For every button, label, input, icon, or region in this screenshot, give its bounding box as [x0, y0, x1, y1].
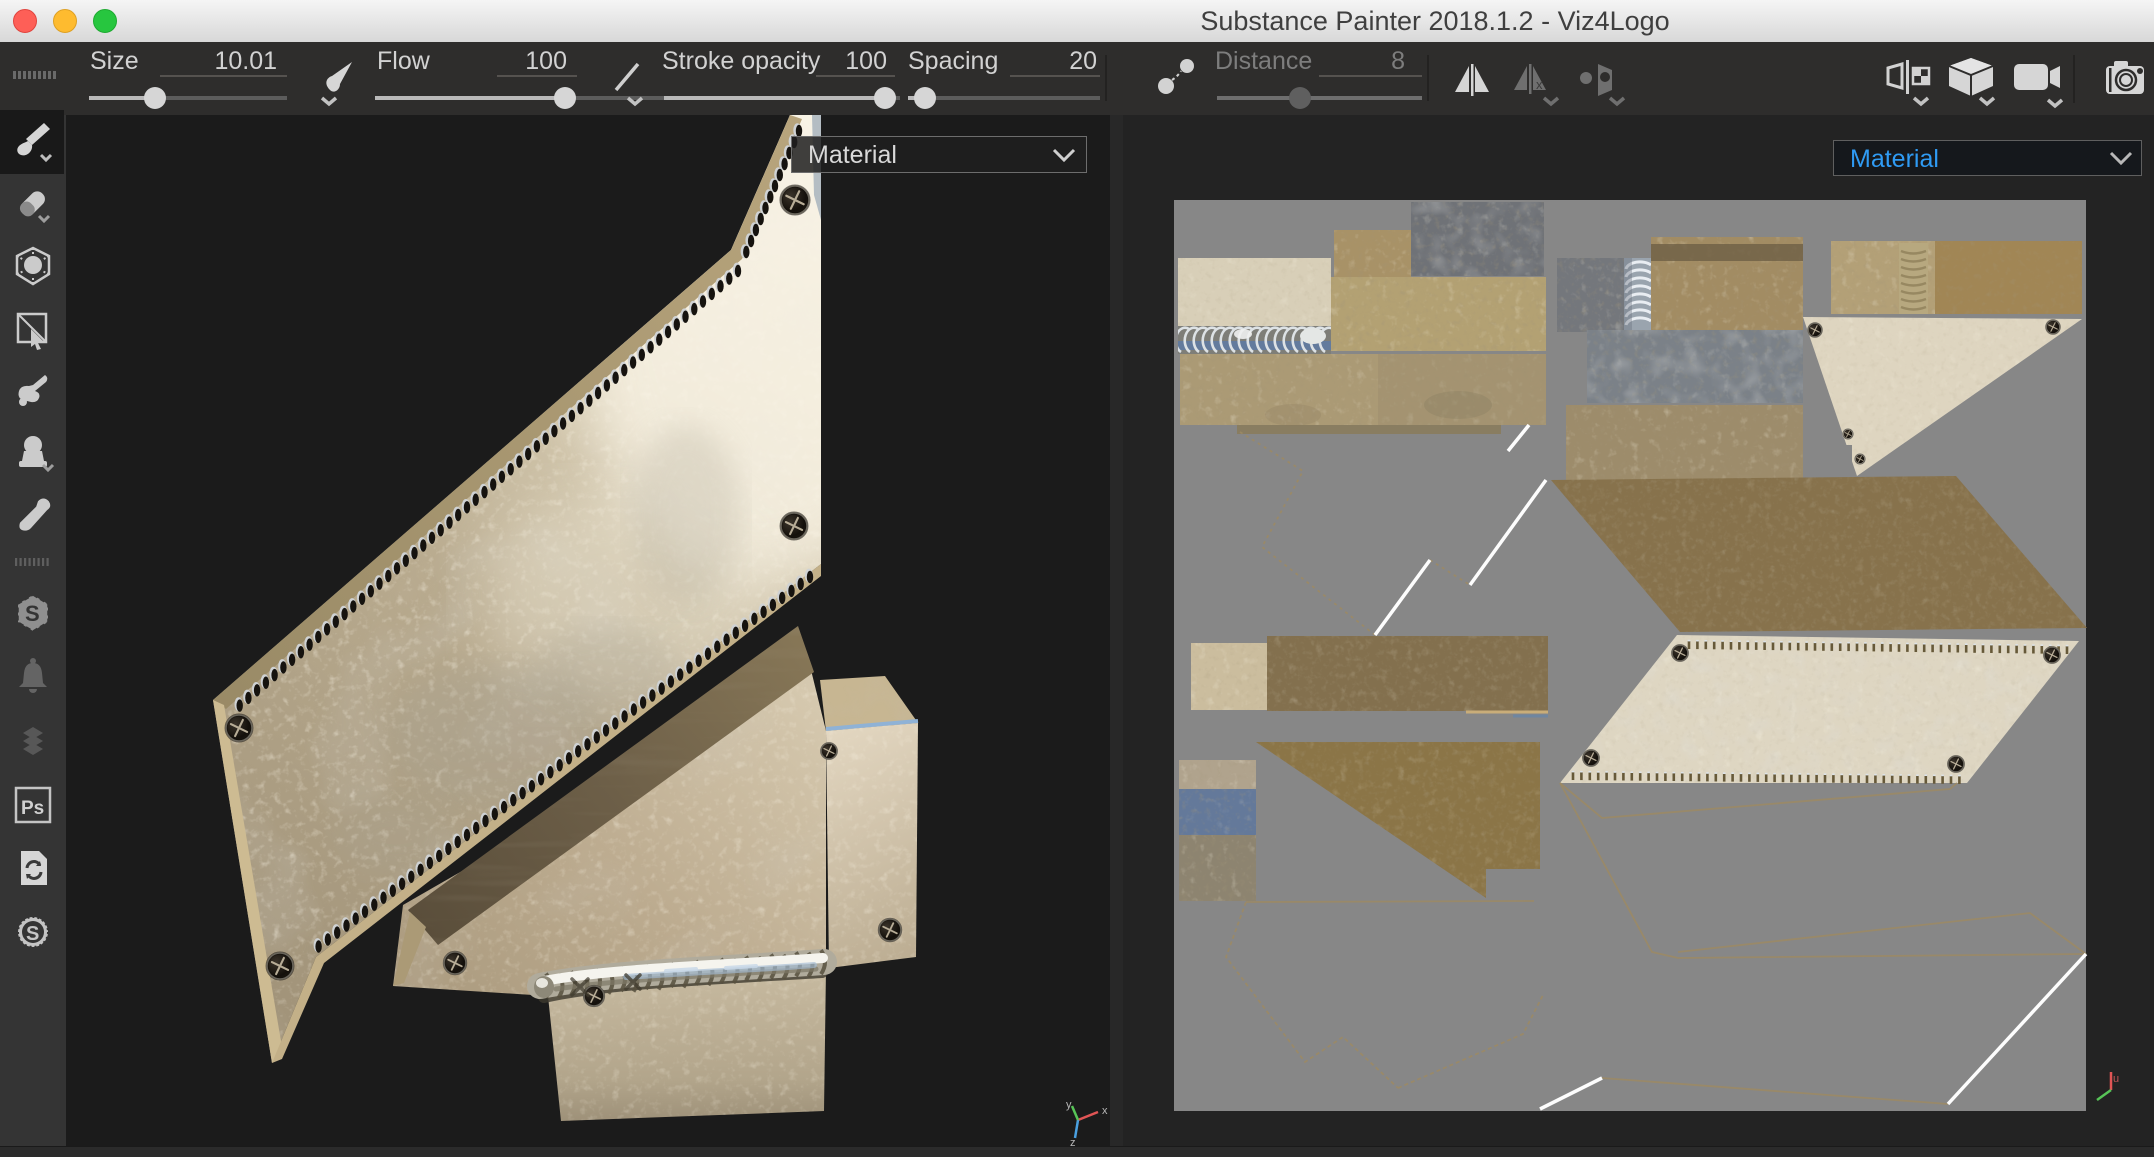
- svg-text:z: z: [1070, 1137, 1076, 1146]
- svg-text:u: u: [2113, 1073, 2119, 1085]
- svg-text:x: x: [1102, 1105, 1108, 1117]
- svg-text:S: S: [25, 601, 40, 626]
- svg-text:y: y: [1066, 1099, 1072, 1111]
- svg-text:x: x: [1536, 77, 1543, 92]
- svg-text:Ps: Ps: [21, 798, 44, 819]
- svg-text:S: S: [26, 923, 39, 945]
